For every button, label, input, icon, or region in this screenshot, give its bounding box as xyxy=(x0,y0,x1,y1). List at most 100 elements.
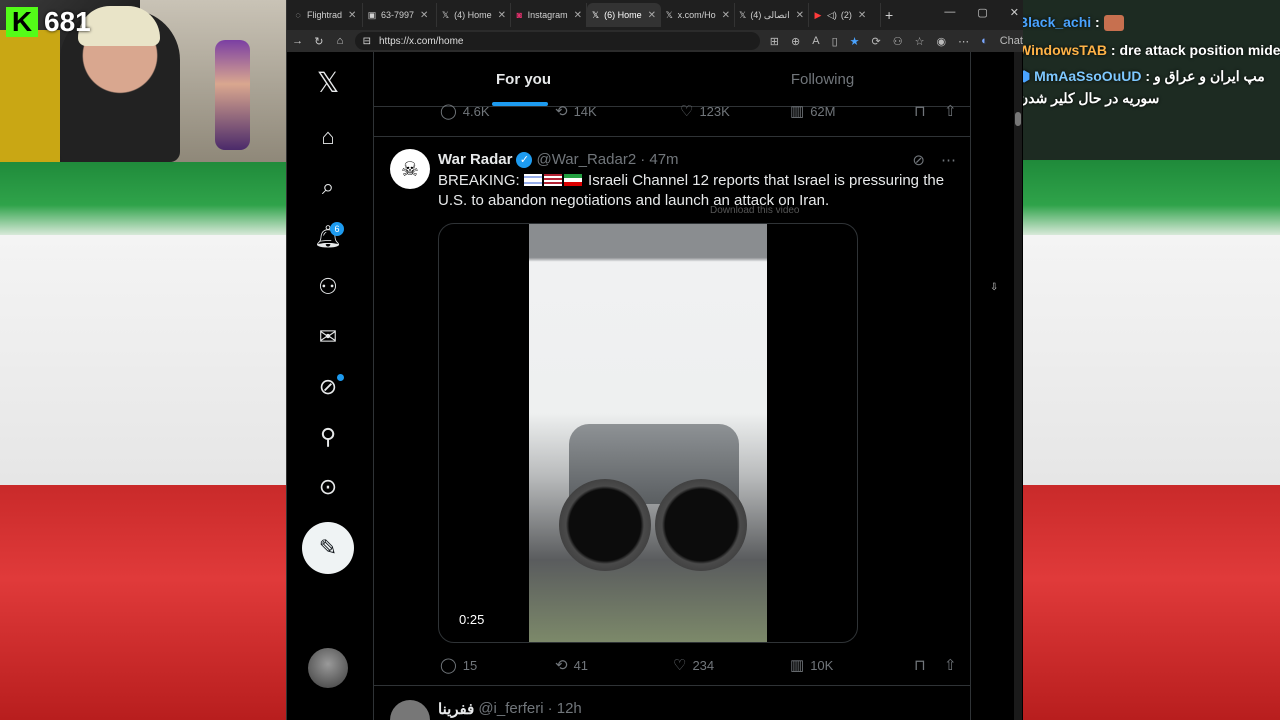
share-button[interactable]: ⇧ xyxy=(944,102,957,120)
collections-icon[interactable]: ⚇ xyxy=(893,35,903,48)
browser-tab[interactable]: ▶ ◁) (2) ✕ xyxy=(809,3,881,27)
copilot-label[interactable]: Chat xyxy=(1000,35,1023,47)
views-button[interactable]: ▥ 62M xyxy=(790,102,914,120)
home-nav-icon[interactable]: ⌂ xyxy=(311,120,345,154)
heart-icon: ♡ xyxy=(680,103,694,120)
browser-tab[interactable]: 𝕏x.com/Ho ✕ xyxy=(661,3,735,27)
copilot-icon[interactable]: ◐ xyxy=(981,35,988,47)
close-window-icon[interactable]: ✕ xyxy=(1010,6,1019,19)
download-video-hint[interactable]: Download this video xyxy=(710,205,800,216)
browser-tab[interactable]: ◌ Flightrad ✕ xyxy=(289,3,363,27)
x-logo-icon: 𝕏 xyxy=(441,10,450,20)
gaming-chair xyxy=(0,30,60,162)
bookmark-icon: ⊓ xyxy=(914,657,926,674)
browser-tab[interactable]: ◙ Instagram ✕ xyxy=(511,3,587,27)
new-tab-button[interactable]: + xyxy=(881,3,907,27)
close-tab-icon[interactable]: ✕ xyxy=(648,10,656,21)
post-button[interactable]: ✎ xyxy=(302,522,354,574)
repost-button[interactable]: ⟲ 41 xyxy=(555,656,673,674)
like-button[interactable]: ♡ 234 xyxy=(673,656,790,674)
chat-text: سوریه در حال کلیر شدن xyxy=(1018,90,1160,106)
site-info-icon[interactable]: ⊟ xyxy=(363,36,371,47)
browser-tab[interactable]: ▣ 63-7997 ✕ xyxy=(363,3,437,27)
grok-new-dot xyxy=(337,374,344,381)
views-button[interactable]: ▥ 10K xyxy=(790,656,914,674)
bookmark-icon: ⊓ xyxy=(914,103,926,120)
maximize-icon[interactable]: ▢ xyxy=(977,6,987,19)
more-menu-icon[interactable]: ⋯ xyxy=(958,35,969,48)
video-duration: 0:25 xyxy=(459,612,485,627)
grok-explain-icon[interactable]: ⊘ xyxy=(912,151,925,169)
forward-icon[interactable]: → xyxy=(287,35,308,47)
zoom-icon[interactable]: ⊕ xyxy=(791,35,800,48)
chat-username: WindowsTAB xyxy=(1018,42,1108,58)
extensions-icon[interactable]: ⟳ xyxy=(872,35,881,48)
repost-button[interactable]: ⟲ 14K xyxy=(555,102,680,120)
favorite-star-icon[interactable]: ★ xyxy=(850,35,860,48)
more-circle-icon[interactable]: ⊙ xyxy=(311,470,345,504)
bookmark-button[interactable]: ⊓ xyxy=(914,102,944,120)
speaker-icon: ◁) xyxy=(827,9,837,20)
scrollbar-thumb[interactable] xyxy=(1015,112,1021,126)
split-screen-icon[interactable]: ▯ xyxy=(832,35,838,48)
messages-envelope-icon[interactable]: ✉ xyxy=(311,320,345,354)
x-page: 𝕏 ⌂ ⌕ 🔔︎ 6 ⚇ ✉ ⊘ ⚲ ⊙ ✎ For you Following xyxy=(287,52,1023,720)
share-icon: ⇧ xyxy=(944,103,957,120)
page-scrollbar[interactable] xyxy=(1014,52,1022,720)
tab-for-you[interactable]: For you xyxy=(374,52,673,106)
chat-text: مپ ایران و عراق و xyxy=(1153,68,1265,84)
close-tab-icon[interactable]: ✕ xyxy=(858,10,866,21)
repost-icon: ⟲ xyxy=(555,103,568,120)
refresh-icon[interactable]: ↻ xyxy=(308,35,329,48)
more-options-icon[interactable]: ⋯ xyxy=(941,151,956,169)
close-tab-icon[interactable]: ✕ xyxy=(420,10,428,21)
instagram-icon: ◙ xyxy=(516,10,522,20)
url-input[interactable]: ⊟ https://x.com/home xyxy=(354,32,760,50)
page-icon: ▣ xyxy=(367,10,377,20)
repost-icon: ⟲ xyxy=(555,657,568,674)
like-button[interactable]: ♡ 123K xyxy=(680,102,790,120)
x-logo-icon: 𝕏 xyxy=(591,10,600,20)
chat-username: Black_achi xyxy=(1018,14,1092,30)
tweet[interactable]: ☠ War Radar ✓ @War_Radar2 · 47m ⊘ ⋯ BREA… xyxy=(374,136,970,686)
iran-flag-icon xyxy=(563,174,582,186)
close-tab-icon[interactable]: ✕ xyxy=(498,10,506,21)
close-tab-icon[interactable]: ✕ xyxy=(722,10,730,21)
next-tweet-author[interactable]: ففرینا xyxy=(438,700,474,718)
share-button[interactable]: ⇧ xyxy=(944,656,957,674)
reply-button[interactable]: ◯ 4.6K xyxy=(440,102,555,120)
close-tab-icon[interactable]: ✕ xyxy=(574,10,582,21)
war-radar-avatar[interactable]: ☠ xyxy=(390,149,430,189)
tweet-time[interactable]: · 47m xyxy=(640,151,678,168)
tab-following[interactable]: Following xyxy=(673,52,970,106)
next-tweet[interactable]: ففرینا @i_ferferi · 12h xyxy=(374,690,970,720)
next-tweet-handle[interactable]: @i_ferferi xyxy=(478,700,543,718)
follow-people-icon[interactable]: ⚇ xyxy=(311,270,345,304)
account-avatar[interactable] xyxy=(308,648,348,688)
close-tab-icon[interactable]: ✕ xyxy=(796,10,804,21)
app-available-icon[interactable]: ⊞ xyxy=(770,35,779,48)
bookmark-button[interactable]: ⊓ xyxy=(914,656,944,674)
reply-button[interactable]: ◯ 15 xyxy=(440,656,555,674)
feather-icon: ✎ xyxy=(318,535,338,560)
browser-tab[interactable]: 𝕏 (4) Home ✕ xyxy=(437,3,511,27)
home-icon[interactable]: ⌂ xyxy=(329,35,350,47)
profile-icon[interactable]: ⚲ xyxy=(311,420,345,454)
read-aloud-icon[interactable]: A xyxy=(812,35,819,47)
mouse-cursor-icon: ⇩ xyxy=(990,282,999,293)
x-logo-icon[interactable]: 𝕏 xyxy=(311,65,345,99)
tweet-handle[interactable]: @War_Radar2 xyxy=(536,151,636,168)
explore-search-icon[interactable]: ⌕ xyxy=(311,170,345,204)
minimize-icon[interactable]: — xyxy=(944,6,955,19)
next-tweet-time[interactable]: · 12h xyxy=(548,700,582,718)
close-tab-icon[interactable]: ✕ xyxy=(348,10,356,21)
tweet-video[interactable]: 0:25 xyxy=(438,223,858,643)
tweet-author-name[interactable]: War Radar xyxy=(438,151,512,168)
next-tweet-avatar[interactable] xyxy=(390,700,430,720)
profile-avatar-icon[interactable]: ◉ xyxy=(936,35,946,48)
browser-tab-active[interactable]: 𝕏 (6) Home ✕ xyxy=(587,3,661,27)
browser-tab[interactable]: 𝕏 (4) اتصالی ✕ xyxy=(735,3,809,27)
x-logo-icon: 𝕏 xyxy=(739,10,747,20)
browser-window: ◌ Flightrad ✕ ▣ 63-7997 ✕ 𝕏 (4) Home ✕ ◙ Instag… xyxy=(286,0,1023,720)
favorites-icon[interactable]: ☆ xyxy=(915,35,925,48)
